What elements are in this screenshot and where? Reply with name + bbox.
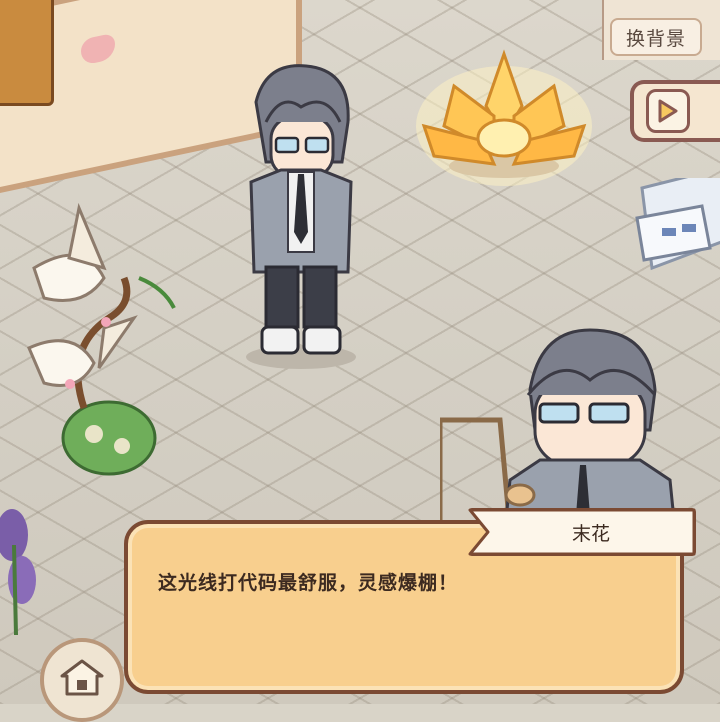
speaker-name-tab: 末花 (468, 508, 696, 556)
speaker-name: 末花 (571, 522, 610, 545)
dialog-text: 这光线打代码最舒服，灵感爆棚！ (158, 572, 459, 594)
play-button[interactable] (630, 80, 720, 142)
home-button[interactable] (40, 638, 124, 722)
lavender-plant (0, 509, 36, 635)
wooden-cabinet (0, 0, 54, 106)
rug-heart-pattern (81, 32, 115, 66)
drawer-cabinet[interactable] (632, 178, 720, 288)
play-icon-frame (646, 89, 690, 133)
standing-character[interactable] (236, 62, 366, 372)
sitting-character[interactable] (440, 300, 690, 530)
home-icon (60, 659, 104, 696)
play-icon (658, 99, 678, 123)
doves-decoration[interactable] (24, 198, 194, 488)
change-background-button[interactable]: 换背景 (610, 18, 702, 56)
lotus-lamp[interactable] (414, 46, 594, 186)
